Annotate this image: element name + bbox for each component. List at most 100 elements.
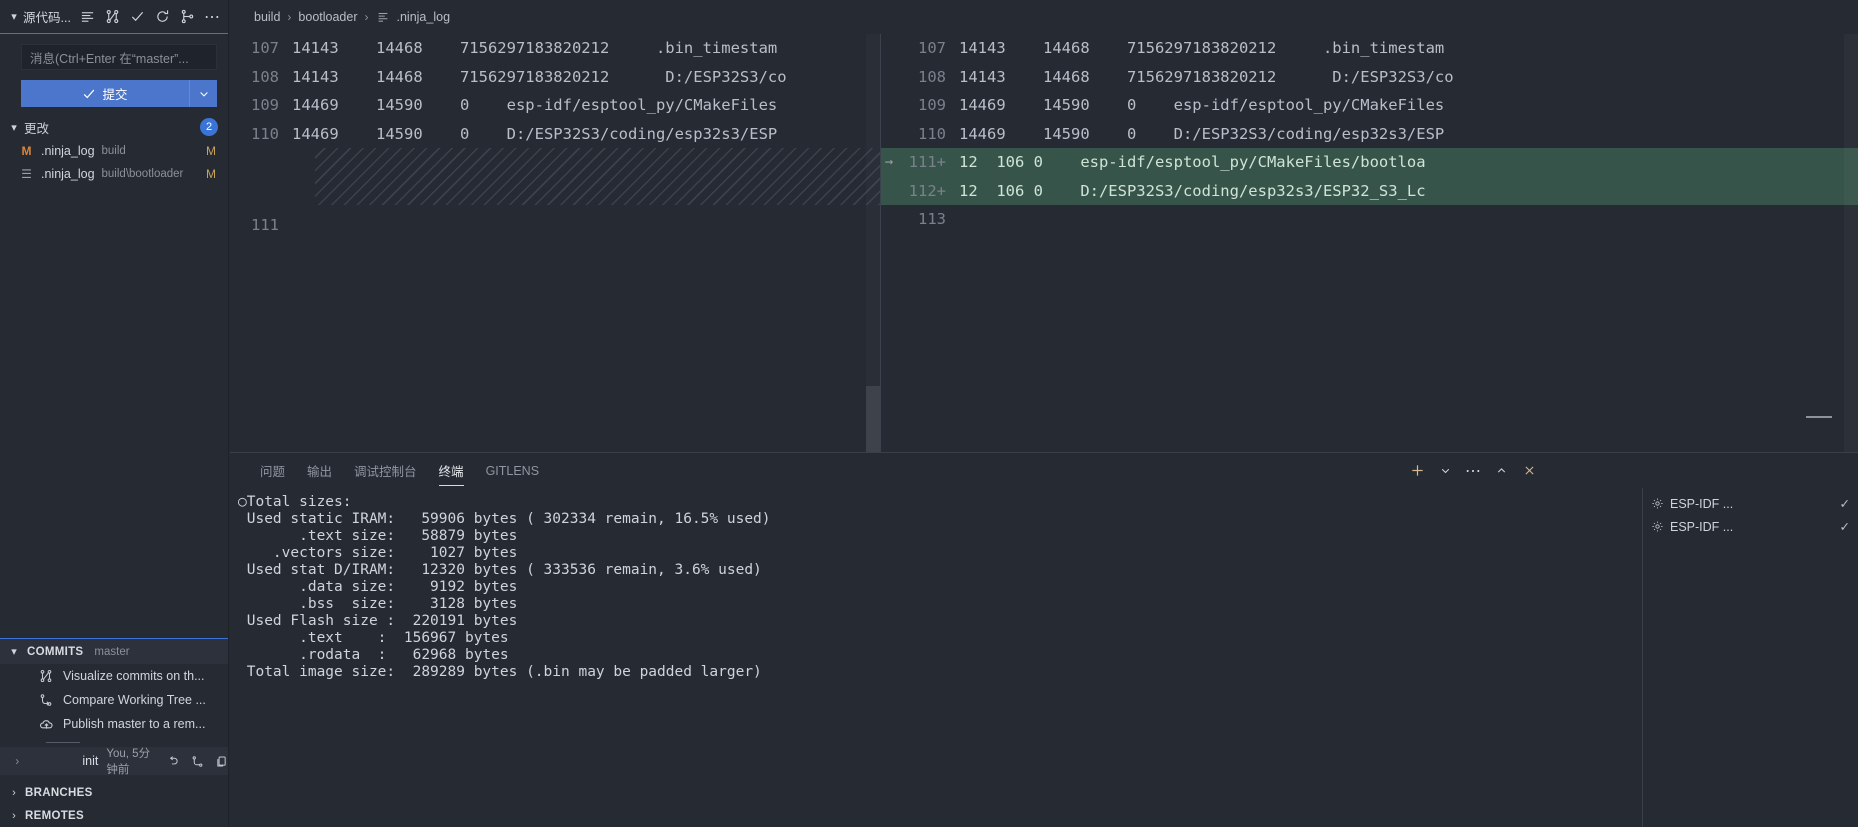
publish-branch-action[interactable]: Publish master to a rem... [0, 712, 228, 736]
tab-gitlens[interactable]: GITLENS [475, 453, 551, 488]
diff-panes: 107 14143 14468 7156297183820212 .bin_ti… [230, 34, 1858, 452]
source-control-graph-icon[interactable] [100, 5, 124, 29]
visualize-commits-action[interactable]: Visualize commits on th... [0, 664, 228, 688]
terminal-tab-1[interactable]: ESP-IDF ... ✓ [1643, 492, 1858, 515]
commit-button-label: 提交 [102, 88, 128, 102]
commit-message-placeholder: 消息(Ctrl+Enter 在“master”... [30, 51, 189, 66]
file-name: .ninja_log [41, 143, 95, 158]
tab-terminal[interactable]: 终端 [428, 453, 475, 488]
commit-message-input[interactable]: 消息(Ctrl+Enter 在“master”... [21, 44, 217, 70]
code-line-added: 112+ 12 106 0 D:/ESP32S3/coding/esp32s3/… [881, 176, 1858, 205]
line-content: 14469 14590 0 esp-idf/esptool_py/CMakeFi… [959, 96, 1445, 115]
sidebar-item-remotes[interactable]: › REMOTES [0, 804, 228, 827]
chevron-down-icon[interactable]: ▾ [6, 10, 22, 23]
source-control-sidebar: ▾ 源代码... ⋯ 消息(Ctrl+Enter 在“master”... 提交… [0, 0, 229, 827]
diff-pane-original[interactable]: 107 14143 14468 7156297183820212 .bin_ti… [230, 34, 880, 452]
list-item[interactable]: ☰ .ninja_log build\bootloader M [0, 162, 228, 185]
line-content: 14143 14468 7156297183820212 .bin_timest… [959, 39, 1445, 58]
terminal-gear-icon [1651, 497, 1664, 510]
code-line: 108 14143 14468 7156297183820212 D:/ESP3… [881, 63, 1858, 92]
diff-arrow-icon: → [884, 154, 894, 171]
maximize-panel-icon[interactable] [1488, 458, 1514, 484]
compare-icon[interactable] [191, 755, 204, 768]
diff-empty-hatch-region [315, 148, 880, 205]
modified-file-icon: M [21, 143, 32, 158]
code-line: 107 14143 14468 7156297183820212 .bin_ti… [230, 34, 880, 63]
line-number: 111 [251, 216, 279, 235]
line-content: 14143 14468 7156297183820212 D:/ESP32S3/… [292, 67, 787, 86]
close-panel-icon[interactable] [1516, 458, 1542, 484]
line-content: 14469 14590 0 D:/ESP32S3/coding/esp32s3/… [292, 124, 778, 143]
action-label: Visualize commits on th... [63, 669, 205, 683]
chevron-down-icon[interactable] [1432, 458, 1458, 484]
commits-divider [46, 742, 80, 743]
tab-output[interactable]: 输出 [296, 453, 343, 488]
code-line-added: → 111+ 12 106 0 esp-idf/esptool_py/CMake… [881, 148, 1858, 177]
line-number: 109 [918, 96, 946, 115]
panel-tab-bar: 问题 输出 调试控制台 终端 GITLENS [230, 453, 1858, 488]
scrollbar-thumb[interactable] [866, 386, 880, 452]
compare-icon [38, 693, 54, 707]
file-path: build\bootloader [101, 167, 184, 180]
terminal-body: ○Total sizes: Used static IRAM: 59906 by… [230, 488, 1858, 827]
new-terminal-plus-icon[interactable] [1404, 458, 1430, 484]
code-line: 108 14143 14468 7156297183820212 D:/ESP3… [230, 63, 880, 92]
commit-button[interactable]: 提交 [21, 80, 189, 107]
commit-message: init [82, 754, 99, 768]
log-file-icon: ☰ [21, 166, 32, 181]
code-line: 109 14469 14590 0 esp-idf/esptool_py/CMa… [230, 91, 880, 120]
breadcrumb-bootloader[interactable]: bootloader [298, 10, 357, 24]
breadcrumb-separator: › [287, 10, 292, 24]
action-label: Publish master to a rem... [63, 717, 206, 731]
line-number: 110 [251, 124, 279, 143]
refresh-icon[interactable] [150, 5, 174, 29]
commit-dropdown-button[interactable] [189, 80, 217, 107]
line-number: 111+ [908, 153, 946, 172]
commit-check-icon[interactable] [125, 5, 149, 29]
tab-problems[interactable]: 问题 [249, 453, 296, 488]
commits-section-header[interactable]: ▾ COMMITS master [0, 638, 228, 664]
commit-graph-icon [38, 669, 54, 683]
copy-icon[interactable] [215, 755, 228, 768]
code-line: 110 14469 14590 0 D:/ESP32S3/coding/esp3… [881, 120, 1858, 149]
list-item[interactable]: M .ninja_log build M [0, 139, 228, 162]
code-line: 107 14143 14468 7156297183820212 .bin_ti… [881, 34, 1858, 63]
more-actions-icon[interactable]: ⋯ [1460, 458, 1486, 484]
status-badge: M [206, 143, 216, 158]
terminal-tab-list: ESP-IDF ... ✓ ESP-IDF ... ✓ [1642, 488, 1858, 827]
terminal-output[interactable]: ○Total sizes: Used static IRAM: 59906 by… [230, 488, 1642, 827]
line-content: 14143 14468 7156297183820212 .bin_timest… [292, 39, 778, 58]
chevron-right-icon: › [12, 786, 16, 799]
list-item[interactable]: › init You, 5分钟前 [0, 747, 228, 776]
check-icon: ✓ [1839, 520, 1850, 534]
line-content: 12 106 0 D:/ESP32S3/coding/esp32s3/ESP32… [959, 181, 1426, 200]
view-as-list-icon[interactable] [75, 5, 99, 29]
line-number: 109 [251, 96, 279, 115]
action-label: Compare Working Tree ... [63, 693, 206, 707]
chevron-right-icon[interactable]: › [12, 754, 22, 768]
branch-icon[interactable] [175, 5, 199, 29]
changes-section-header[interactable]: ▾ 更改 2 [0, 115, 228, 139]
line-content: 14143 14468 7156297183820212 D:/ESP32S3/… [959, 67, 1454, 86]
breadcrumb-build[interactable]: build [254, 10, 280, 24]
scrollbar-thumb[interactable] [1844, 34, 1858, 452]
more-actions-icon[interactable]: ⋯ [200, 5, 224, 29]
line-number: 113 [918, 210, 946, 229]
diff-pane-modified[interactable]: 107 14143 14468 7156297183820212 .bin_ti… [880, 34, 1858, 452]
status-badge: M [206, 166, 216, 181]
sidebar-title: 源代码... [23, 11, 71, 25]
check-icon: ✓ [1839, 497, 1850, 511]
changes-label: 更改 [24, 121, 50, 136]
sidebar-item-branches[interactable]: › BRANCHES [0, 781, 228, 804]
compare-working-tree-action[interactable]: Compare Working Tree ... [0, 688, 228, 712]
line-number: 110 [918, 124, 946, 143]
tab-debug-console[interactable]: 调试控制台 [343, 453, 428, 488]
bottom-panel: 问题 输出 调试控制台 终端 GITLENS ⋯ ○Total sizes: U… [230, 452, 1858, 827]
line-content: 14469 14590 0 D:/ESP32S3/coding/esp32s3/… [959, 124, 1445, 143]
undo-icon[interactable] [167, 755, 180, 768]
branches-label: BRANCHES [25, 786, 93, 799]
breadcrumb-filename[interactable]: .ninja_log [397, 10, 451, 24]
terminal-tab-2[interactable]: ESP-IDF ... ✓ [1643, 515, 1858, 538]
chevron-right-icon: › [12, 809, 16, 822]
